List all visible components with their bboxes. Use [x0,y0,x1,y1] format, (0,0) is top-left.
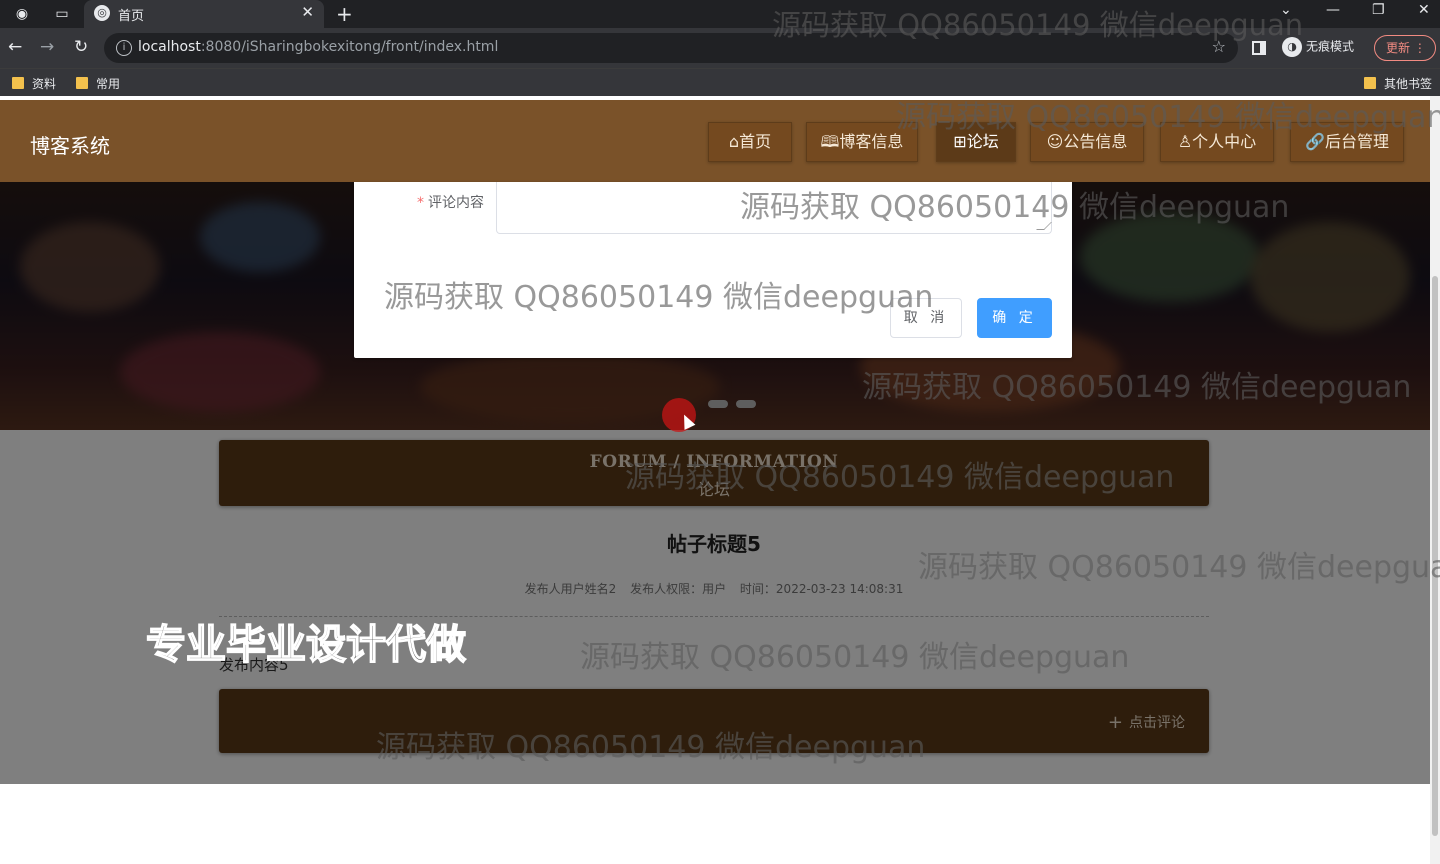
site-header: 博客系统 ⌂首页 🕮博客信息 ⊞论坛 ☺公告信息 ♙个人中心 🔗后台管理 [0,100,1430,182]
minimize-icon[interactable]: — [1326,2,1340,18]
nav-item-admin[interactable]: 🔗后台管理 [1290,122,1404,162]
folder-icon [76,77,88,89]
restore-icon[interactable]: ❐ [1372,2,1385,18]
close-window-icon[interactable]: ✕ [1418,2,1430,18]
grid-icon: ⊞ [953,132,967,151]
tab-search-icon[interactable]: ▭ [52,4,72,24]
nav-item-home[interactable]: ⌂首页 [708,122,792,162]
incognito-indicator[interactable]: ◑ 无痕模式 [1282,37,1354,57]
bookmark-star-icon[interactable]: ☆ [1212,37,1226,56]
bookmark-folder[interactable]: 常用 [76,75,120,92]
nav-item-forum[interactable]: ⊞论坛 [936,122,1016,162]
browser-toolbar: ← → ↻ i localhost:8080/iSharingbokexiton… [0,28,1440,68]
nav-item-notice[interactable]: ☺公告信息 [1030,122,1144,162]
globe-icon: ◎ [94,5,110,21]
comment-textarea[interactable] [496,182,1052,234]
promo-overlay-text: 专业毕业设计代做 [145,621,467,669]
tab-title: 首页 [118,9,145,24]
folder-icon [1364,77,1376,89]
comment-dialog: * 评论内容 取 消 确 定 [354,182,1072,358]
bookmarks-bar: 资料 常用 其他书签 [0,68,1440,96]
smile-icon: ☺ [1046,132,1064,151]
new-tab-icon[interactable]: + [336,2,353,26]
folder-icon [12,77,24,89]
back-icon[interactable]: ← [8,37,22,57]
page-viewport: 博客系统 ⌂首页 🕮博客信息 ⊞论坛 ☺公告信息 ♙个人中心 🔗后台管理 FOR… [0,96,1430,864]
forward-icon[interactable]: → [40,37,54,57]
cancel-button[interactable]: 取 消 [890,298,962,338]
book-icon: 🕮 [820,132,840,151]
link-icon: 🔗 [1305,132,1325,151]
comment-content-label: * 评论内容 [417,195,484,211]
bookmark-folder[interactable]: 资料 [12,75,56,92]
page-scrollbar[interactable] [1430,96,1440,864]
confirm-button[interactable]: 确 定 [977,298,1052,338]
address-bar[interactable]: i localhost:8080/iSharingbokexitong/fron… [104,33,1238,63]
user-icon: ♙ [1177,132,1193,151]
browser-tab-strip: ◉ ▭ ◎ 首页 ✕ + ⌄ — ❐ ✕ [0,0,1440,28]
tab-close-icon[interactable]: ✕ [301,3,314,21]
url-text[interactable]: localhost:8080/iSharingbokexitong/front/… [138,39,498,55]
browser-tab-active[interactable]: ◎ 首页 ✕ [84,0,324,28]
other-bookmarks[interactable]: 其他书签 [1364,75,1432,92]
tab-list-chevron-icon[interactable]: ⌄ [1280,2,1292,18]
reload-icon[interactable]: ↻ [74,37,88,57]
side-panel-icon[interactable] [1252,41,1266,55]
page-footer [0,784,1430,864]
app-menu-icon[interactable]: ◉ [12,4,32,24]
nav-item-profile[interactable]: ♙个人中心 [1160,122,1274,162]
site-logo[interactable]: 博客系统 [30,130,110,159]
site-info-icon[interactable]: i [116,40,132,56]
nav-item-blog[interactable]: 🕮博客信息 [806,122,918,162]
update-button[interactable]: 更新 ⋮ [1374,35,1436,61]
home-icon: ⌂ [728,132,740,151]
scroll-thumb[interactable] [1432,276,1438,836]
incognito-icon: ◑ [1282,37,1302,57]
